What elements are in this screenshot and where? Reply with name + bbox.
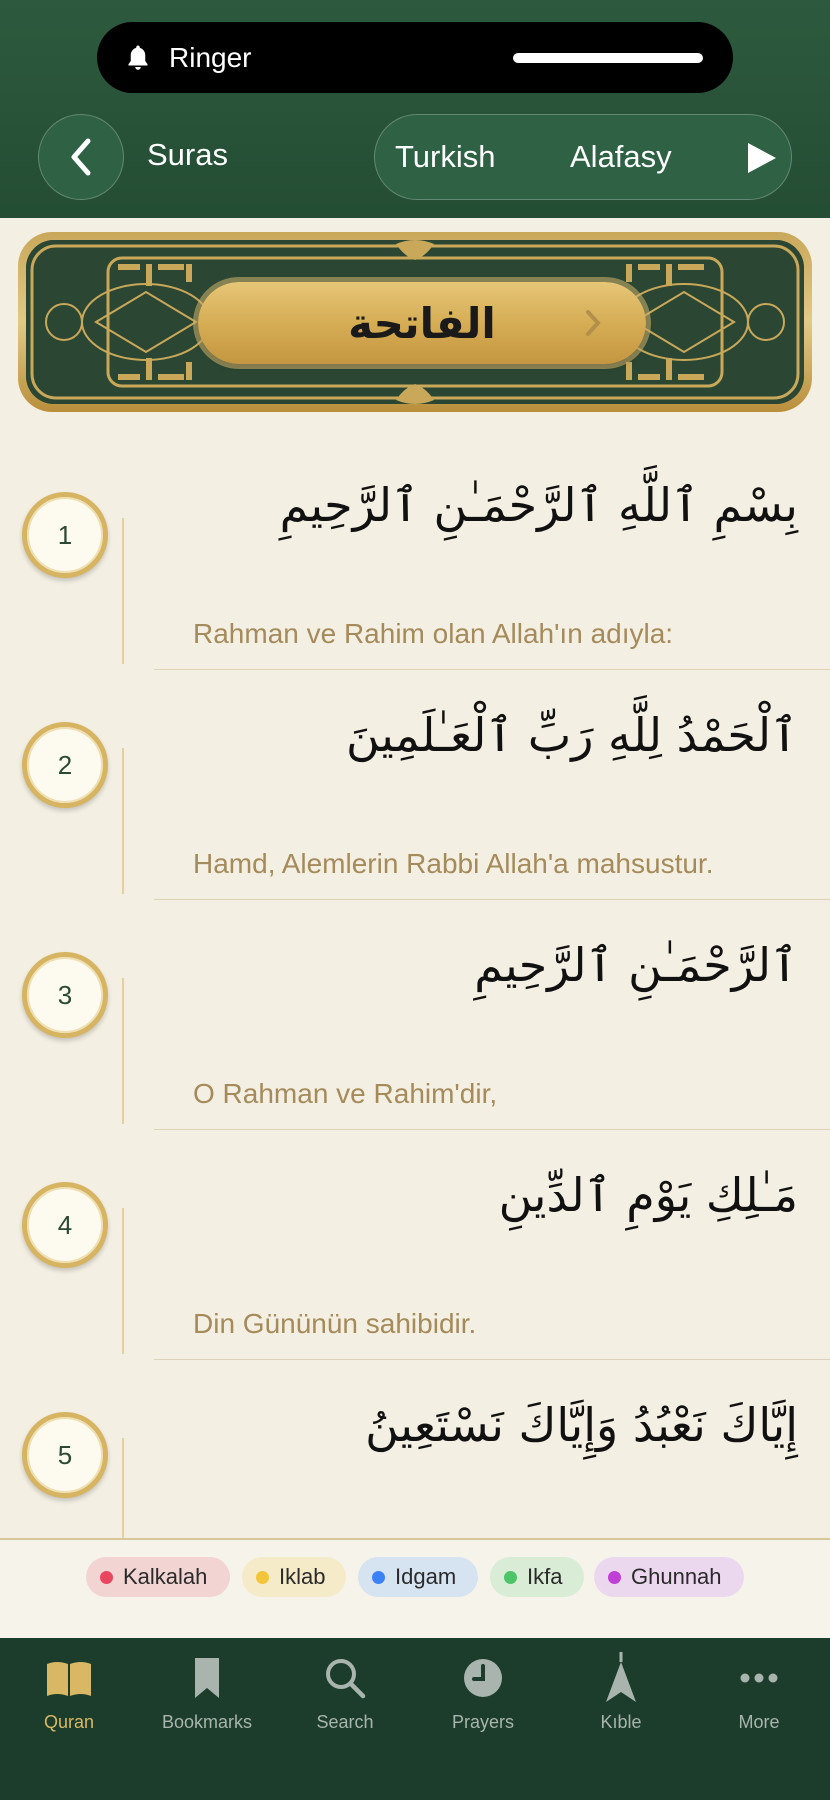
ayah-number-badge: 4	[22, 1182, 108, 1268]
ringer-volume-bar	[513, 53, 703, 63]
ayah-number-badge: 5	[22, 1412, 108, 1498]
ayah-arabic-text: ٱلْحَمْدُ لِلَّهِ رَبِّ ٱلْعَـٰلَمِينَ	[345, 708, 798, 762]
ayah-translation: Hamd, Alemlerin Rabbi Allah'a mahsustur.	[193, 848, 714, 879]
tab-kible[interactable]: Kıble	[561, 1650, 681, 1760]
chevron-left-icon	[71, 138, 91, 176]
tab-label: Kıble	[600, 1712, 642, 1732]
tab-label: Search	[316, 1712, 374, 1732]
search-icon	[326, 1659, 366, 1699]
ayah-row[interactable]: 3 ٱلرَّحْمَـٰنِ ٱلرَّحِيمِ O Rahman ve R…	[0, 900, 830, 1130]
more-icon	[740, 1673, 778, 1683]
tab-label: More	[738, 1712, 780, 1732]
legend-chip-label: Kalkalah	[123, 1564, 208, 1589]
ayah-number-badge: 3	[22, 952, 108, 1038]
ayah-arabic-text: بِسْمِ ٱللَّهِ ٱلرَّحْمَـٰنِ ٱلرَّحِيمِ	[279, 478, 798, 532]
tajweed-legend: Kalkalah Iklab Idgam Ikfa Ghunnah	[0, 1538, 830, 1638]
bookmark-icon	[195, 1658, 219, 1698]
ayah-number-badge: 1	[22, 492, 108, 578]
reciter-button[interactable]: Alafasy	[570, 139, 672, 175]
tab-label: Bookmarks	[161, 1712, 253, 1732]
ayah-divider-line	[122, 1438, 124, 1538]
ayah-translation: Rahman ve Rahim olan Allah'ın adıyla:	[193, 618, 674, 649]
audio-controls: Turkish Alafasy	[374, 114, 792, 200]
ayah-translation: Din Gününün sahibidir.	[193, 1308, 477, 1339]
book-icon	[47, 1662, 91, 1696]
ikfa-dot	[504, 1570, 517, 1584]
tab-label: Quran	[43, 1712, 95, 1732]
legend-chip-label: Ghunnah	[631, 1564, 722, 1589]
ringer-indicator: Ringer	[97, 22, 733, 93]
legend-chip-iklab[interactable]: Iklab	[242, 1557, 346, 1597]
ayah-row[interactable]: 2 ٱلْحَمْدُ لِلَّهِ رَبِّ ٱلْعَـٰلَمِينَ…	[0, 670, 830, 900]
page-title[interactable]: Suras	[147, 137, 228, 173]
legend-chip-label: Ikfa	[527, 1564, 563, 1589]
tab-more[interactable]: More	[699, 1650, 819, 1760]
ghunnah-dot	[608, 1570, 621, 1584]
ayah-number-badge: 2	[22, 722, 108, 808]
compass-needle-icon	[606, 1652, 636, 1702]
legend-chip-idgam[interactable]: Idgam	[358, 1557, 478, 1597]
back-button[interactable]	[38, 114, 124, 200]
legend-chip-ghunnah[interactable]: Ghunnah	[594, 1557, 744, 1597]
ayah-arabic-text: ٱلرَّحْمَـٰنِ ٱلرَّحِيمِ	[474, 938, 798, 992]
ayah-row[interactable]: 1 بِسْمِ ٱللَّهِ ٱلرَّحْمَـٰنِ ٱلرَّحِيم…	[0, 440, 830, 670]
tab-quran[interactable]: Quran	[9, 1650, 129, 1760]
legend-chip-label: Iklab	[279, 1564, 326, 1589]
tab-bar: Quran Bookmarks Search Prayers Kıble Mor…	[0, 1638, 830, 1800]
tab-bookmarks[interactable]: Bookmarks	[147, 1650, 267, 1760]
ayah-divider-line	[122, 748, 124, 894]
ayah-row[interactable]: 4 مَـٰلِكِ يَوْمِ ٱلدِّينِ Din Gününün s…	[0, 1130, 830, 1360]
legend-chip-kalkalah[interactable]: Kalkalah	[86, 1557, 230, 1597]
clock-icon	[464, 1659, 502, 1697]
translation-language-button[interactable]: Turkish	[395, 139, 495, 175]
tab-prayers[interactable]: Prayers	[423, 1650, 543, 1760]
tab-label: Prayers	[451, 1712, 514, 1732]
ayah-arabic-text: مَـٰلِكِ يَوْمِ ٱلدِّينِ	[498, 1168, 798, 1222]
ayah-row[interactable]: 5 إِيَّاكَ نَعْبُدُ وَإِيَّاكَ نَسْتَعِي…	[0, 1360, 830, 1538]
tab-search[interactable]: Search	[285, 1650, 405, 1760]
ayah-arabic-text: إِيَّاكَ نَعْبُدُ وَإِيَّاكَ نَسْتَعِينُ	[365, 1398, 798, 1452]
sura-selector[interactable]: الفاتحة	[198, 282, 646, 364]
play-icon[interactable]	[744, 141, 778, 175]
ringer-label: Ringer	[169, 41, 252, 73]
header: Ringer Suras Turkish Alafasy	[0, 0, 830, 218]
sura-name: الفاتحة	[348, 298, 496, 348]
ayah-list[interactable]: 1 بِسْمِ ٱللَّهِ ٱلرَّحْمَـٰنِ ٱلرَّحِيم…	[0, 440, 830, 1538]
ayah-translation: O Rahman ve Rahim'dir,	[193, 1078, 498, 1109]
legend-chip-label: Idgam	[395, 1564, 457, 1589]
bell-icon	[128, 45, 148, 70]
iklab-dot	[256, 1570, 269, 1584]
chevron-right-icon	[586, 310, 601, 336]
ayah-divider-line	[122, 978, 124, 1124]
ayah-divider-line	[122, 518, 124, 664]
legend-chip-ikfa[interactable]: Ikfa	[490, 1557, 584, 1597]
ayah-divider-line	[122, 1208, 124, 1354]
sura-banner: الفاتحة	[18, 232, 812, 412]
kalkalah-dot	[100, 1570, 113, 1584]
banner-ornament: الفاتحة	[26, 240, 804, 404]
idgam-dot	[372, 1570, 385, 1584]
